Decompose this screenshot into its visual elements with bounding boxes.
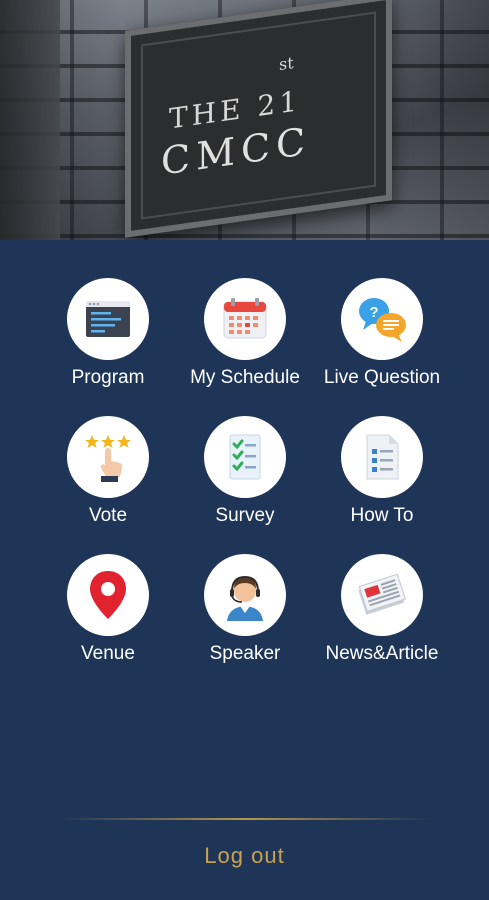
document-list-icon	[366, 434, 399, 480]
menu-label-live-question: Live Question	[323, 367, 441, 388]
checklist-icon	[229, 434, 261, 480]
menu-item-my-schedule[interactable]: My Schedule	[177, 278, 313, 416]
newspaper-icon	[358, 573, 407, 615]
menu-row: Vote Survey How To	[40, 416, 450, 554]
menu-label-venue: Venue	[81, 643, 135, 664]
menu-label-my-schedule: My Schedule	[190, 367, 300, 388]
menu-label-program: Program	[71, 367, 145, 388]
calendar-icon	[223, 298, 267, 339]
menu-item-news-article[interactable]: News&Article	[314, 554, 450, 692]
header-banner: THE 21 st CMCC	[0, 0, 489, 240]
footer-divider	[60, 818, 430, 820]
menu-item-program[interactable]: Program	[40, 278, 176, 416]
vote-stars-icon	[85, 435, 131, 482]
menu-label-news-article: News&Article	[325, 643, 439, 664]
speaker-headset-icon	[227, 575, 263, 621]
menu-item-survey[interactable]: Survey	[177, 416, 313, 554]
event-sign: THE 21 st CMCC	[125, 0, 392, 238]
menu-item-speaker[interactable]: Speaker	[177, 554, 313, 692]
menu-item-how-to[interactable]: How To	[314, 416, 450, 554]
menu-item-venue[interactable]: Venue	[40, 554, 176, 692]
menu-item-vote[interactable]: Vote	[40, 416, 176, 554]
menu-label-speaker: Speaker	[209, 643, 281, 664]
app-screen: THE 21 st CMCC Program My Schedule ? Liv…	[0, 0, 489, 900]
menu-row: Program My Schedule ? Live Question	[40, 278, 450, 416]
location-pin-icon	[90, 571, 126, 619]
menu-item-live-question[interactable]: ? Live Question	[314, 278, 450, 416]
sign-superscript: st	[279, 53, 294, 75]
menu-grid: Program My Schedule ? Live Question Vote…	[40, 278, 450, 692]
logout-button[interactable]: Log out	[0, 843, 489, 869]
menu-label-survey: Survey	[215, 505, 275, 526]
menu-row: Venue Speaker News&Article	[40, 554, 450, 692]
menu-label-how-to: How To	[350, 505, 414, 526]
svg-text:?: ?	[369, 304, 378, 321]
chat-bubbles-icon: ?	[359, 298, 406, 342]
menu-label-vote: Vote	[88, 505, 128, 526]
program-icon	[86, 301, 130, 337]
